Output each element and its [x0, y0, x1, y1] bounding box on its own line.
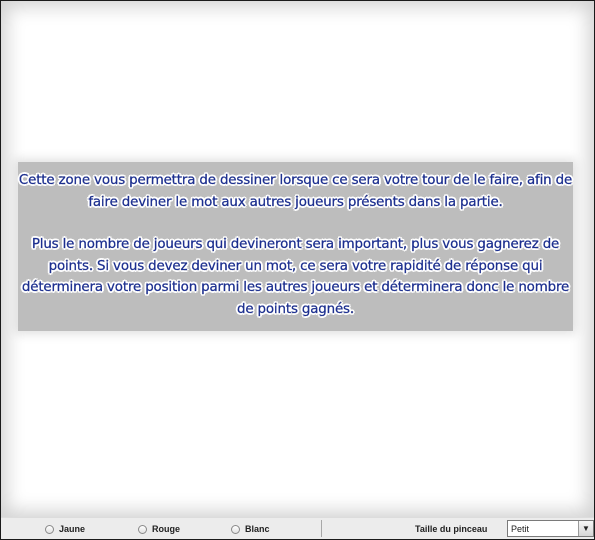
- drawing-canvas[interactable]: Cette zone vous permettra de dessiner lo…: [1, 1, 594, 517]
- color-radio-jaune[interactable]: Jaune: [45, 518, 86, 539]
- chevron-down-icon[interactable]: ▼: [578, 521, 593, 536]
- game-window: Cette zone vous permettra de dessiner lo…: [0, 0, 595, 540]
- color-radio-blanc[interactable]: Blanc: [231, 518, 270, 539]
- color-radio-rouge[interactable]: Rouge: [138, 518, 180, 539]
- tutorial-paragraph-1: Cette zone vous permettra de dessiner lo…: [18, 173, 573, 210]
- brush-size-label: Taille du pinceau: [415, 524, 488, 534]
- radio-button-icon[interactable]: [231, 524, 240, 534]
- color-label-jaune: Jaune: [59, 524, 86, 534]
- brush-size-select[interactable]: Petit ▼: [507, 520, 594, 537]
- color-label-blanc: Blanc: [245, 524, 270, 534]
- brush-size-value: Petit: [511, 523, 530, 534]
- radio-button-icon[interactable]: [45, 524, 54, 534]
- toolbar-divider: [321, 520, 322, 537]
- tutorial-paragraph-2: Plus le nombre de joueurs qui devineront…: [21, 237, 570, 317]
- color-label-rouge: Rouge: [152, 524, 180, 534]
- radio-button-icon[interactable]: [138, 524, 147, 534]
- tutorial-overlay: Cette zone vous permettra de dessiner lo…: [18, 162, 573, 331]
- drawing-toolbar: Jaune Rouge Blanc Taille du pinceau Peti…: [1, 517, 594, 539]
